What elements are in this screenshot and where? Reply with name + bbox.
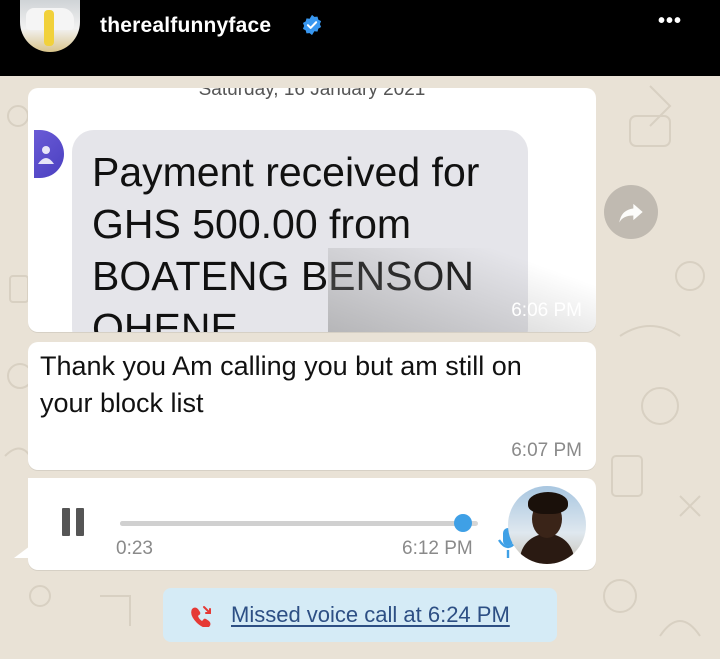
missed-call-icon xyxy=(191,606,211,627)
missed-call-text[interactable]: Missed voice call at 6:24 PM xyxy=(231,602,510,628)
message-text: Thank you Am calling you but am still on… xyxy=(40,351,522,418)
audio-duration: 0:23 xyxy=(116,538,153,559)
voice-sender-avatar xyxy=(508,486,586,564)
verified-badge-icon xyxy=(302,14,322,36)
more-options-icon[interactable]: ••• xyxy=(658,10,682,33)
post-header: therealfunnyface ••• xyxy=(0,0,720,76)
audio-scrub-handle[interactable] xyxy=(454,514,472,532)
chat-area: Saturday, 16 January 2021 Payment receiv… xyxy=(0,76,720,659)
missed-call-notice[interactable]: Missed voice call at 6:24 PM xyxy=(163,588,557,642)
forward-button[interactable] xyxy=(604,185,658,239)
avatar-person xyxy=(44,10,54,46)
username[interactable]: therealfunnyface xyxy=(100,14,271,38)
voice-message-bubble[interactable]: 0:23 6:12 PM xyxy=(28,478,596,570)
image-message-bubble[interactable]: Saturday, 16 January 2021 Payment receiv… xyxy=(28,88,596,332)
contact-avatar xyxy=(34,130,64,178)
forward-arrow-icon xyxy=(619,203,643,223)
pause-icon[interactable] xyxy=(62,508,88,536)
message-time: 6:07 PM xyxy=(511,440,582,461)
contact-person-icon xyxy=(38,146,54,164)
text-message-bubble[interactable]: Thank you Am calling you but am still on… xyxy=(28,342,596,470)
avatar-hair xyxy=(528,492,568,514)
avatar-body xyxy=(520,534,574,564)
audio-progress-fill xyxy=(120,521,461,526)
audio-progress-track[interactable] xyxy=(120,521,478,526)
profile-avatar[interactable] xyxy=(20,0,80,52)
message-time: 6:06 PM xyxy=(511,300,582,321)
date-peek: Saturday, 16 January 2021 xyxy=(198,88,426,100)
message-time: 6:12 PM xyxy=(402,538,473,559)
